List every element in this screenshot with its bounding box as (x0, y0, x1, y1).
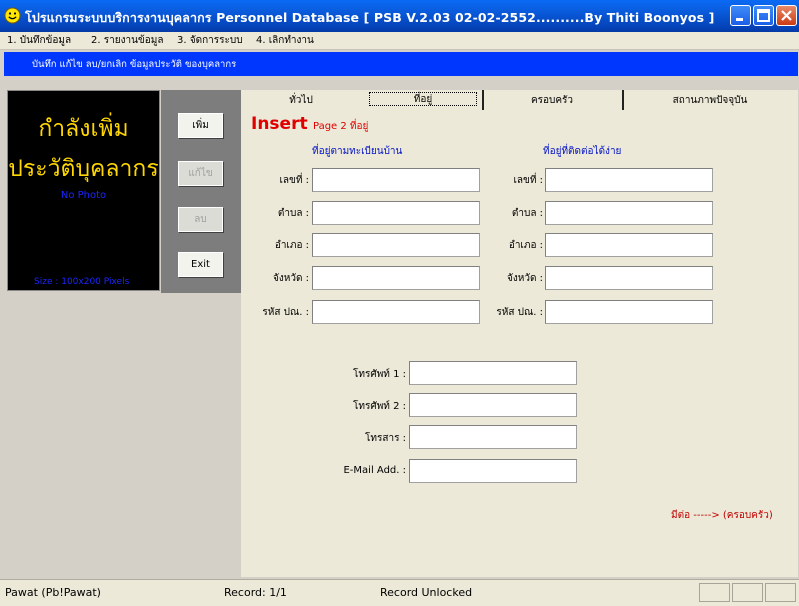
phone2-field[interactable] (409, 393, 577, 417)
delete-button[interactable]: ลบ (178, 207, 223, 232)
con-subdistrict-label: ตำบล : (511, 208, 543, 219)
photo-panel[interactable]: กำลังเพิ่ม ประวัติบุคลากร No Photo Size … (7, 90, 160, 291)
mode-label: Insert (251, 114, 308, 134)
reg-subdistrict-field[interactable] (312, 201, 480, 225)
reg-subdistrict-label: ตำบล : (277, 208, 309, 219)
phone2-label: โทรศัพท์ 2 : (353, 401, 406, 412)
section-registered-address: ที่อยู่ตามทะเบียนบ้าน (312, 146, 403, 157)
reg-number-label: เลขที่ : (279, 175, 309, 186)
minimize-button[interactable] (730, 5, 751, 26)
status-cell (699, 583, 730, 602)
menu-record[interactable]: 1. บันทึกข้อมูล (7, 33, 71, 48)
left-blank-area (4, 295, 241, 577)
continued-label: มีต่อ -----> (ครอบครัว) (671, 510, 773, 521)
tab-address[interactable]: ที่อยู่ (369, 92, 477, 106)
menu-bar: 1. บันทึกข้อมูล 2. รายงานข้อมูล 3. จัดกา… (0, 32, 799, 50)
reg-district-field[interactable] (312, 233, 480, 257)
status-lock: Record Unlocked (380, 586, 473, 599)
con-number-label: เลขที่ : (513, 175, 543, 186)
no-photo-label: No Photo (60, 190, 107, 201)
form-panel (241, 90, 798, 577)
phone1-field[interactable] (409, 361, 577, 385)
header-band: บันทึก แก้ไข ลบ/ยกเลิก ข้อมูลประวัติ ของ… (4, 52, 798, 76)
photo-status-line1: กำลังเพิ่ม (38, 116, 129, 142)
status-record: Record: 1/1 (224, 586, 287, 599)
status-bar: Pawat (Pb!Pawat) Record: 1/1 Record Unlo… (0, 579, 799, 606)
status-cell (732, 583, 763, 602)
section-contact-address: ที่อยู่ที่ติดต่อได้ง่าย (543, 146, 622, 157)
con-postcode-label: รหัส ปณ. : (496, 307, 543, 318)
con-district-field[interactable] (545, 233, 713, 257)
reg-province-field[interactable] (312, 266, 480, 290)
tab-separator (622, 90, 624, 110)
window-title: โปรแกรมระบบบริการงานบุคลากร Personnel Da… (25, 10, 715, 25)
tab-separator (482, 90, 484, 110)
email-label: E-Mail Add. : (343, 465, 406, 476)
con-postcode-field[interactable] (545, 300, 713, 324)
status-user: Pawat (Pb!Pawat) (5, 586, 101, 599)
reg-district-label: อำเภอ : (274, 240, 309, 251)
close-button[interactable] (776, 5, 797, 26)
menu-quit[interactable]: 4. เลิกทำงาน (256, 33, 314, 48)
reg-province-label: จังหวัด : (273, 273, 309, 284)
page-label: Page 2 ที่อยู่ (313, 121, 369, 132)
photo-status-line2: ประวัติบุคลากร (8, 156, 159, 182)
photo-size-label: Size : 100x200 Pixels (34, 277, 130, 287)
maximize-button[interactable] (753, 5, 774, 26)
con-province-field[interactable] (545, 266, 713, 290)
tab-general[interactable]: ทั่วไป (248, 92, 354, 109)
con-number-field[interactable] (545, 168, 713, 192)
header-text: บันทึก แก้ไข ลบ/ยกเลิก ข้อมูลประวัติ ของ… (32, 59, 237, 70)
fax-field[interactable] (409, 425, 577, 449)
add-button[interactable]: เพิ่ม (178, 113, 223, 138)
phone1-label: โทรศัพท์ 1 : (353, 369, 406, 380)
con-subdistrict-field[interactable] (545, 201, 713, 225)
tab-family[interactable]: ครอบครัว (486, 92, 618, 109)
reg-postcode-field[interactable] (312, 300, 480, 324)
email-field[interactable] (409, 459, 577, 483)
con-province-label: จังหวัด : (507, 273, 543, 284)
reg-postcode-label: รหัส ปณ. : (262, 307, 309, 318)
menu-report[interactable]: 2. รายงานข้อมูล (91, 33, 163, 48)
fax-label: โทรสาร : (365, 433, 406, 444)
action-button-panel: เพิ่ม แก้ไข ลบ Exit (161, 90, 241, 293)
con-district-label: อำเภอ : (508, 240, 543, 251)
reg-number-field[interactable] (312, 168, 480, 192)
tab-current-status[interactable]: สถานภาพปัจจุบัน (626, 92, 794, 109)
menu-system[interactable]: 3. จัดการระบบ (177, 33, 243, 48)
title-bar[interactable]: โปรแกรมระบบบริการงานบุคลากร Personnel Da… (0, 0, 799, 32)
exit-button[interactable]: Exit (178, 252, 223, 277)
smiley-icon (4, 7, 21, 24)
status-cell (765, 583, 796, 602)
edit-button[interactable]: แก้ไข (178, 161, 223, 186)
